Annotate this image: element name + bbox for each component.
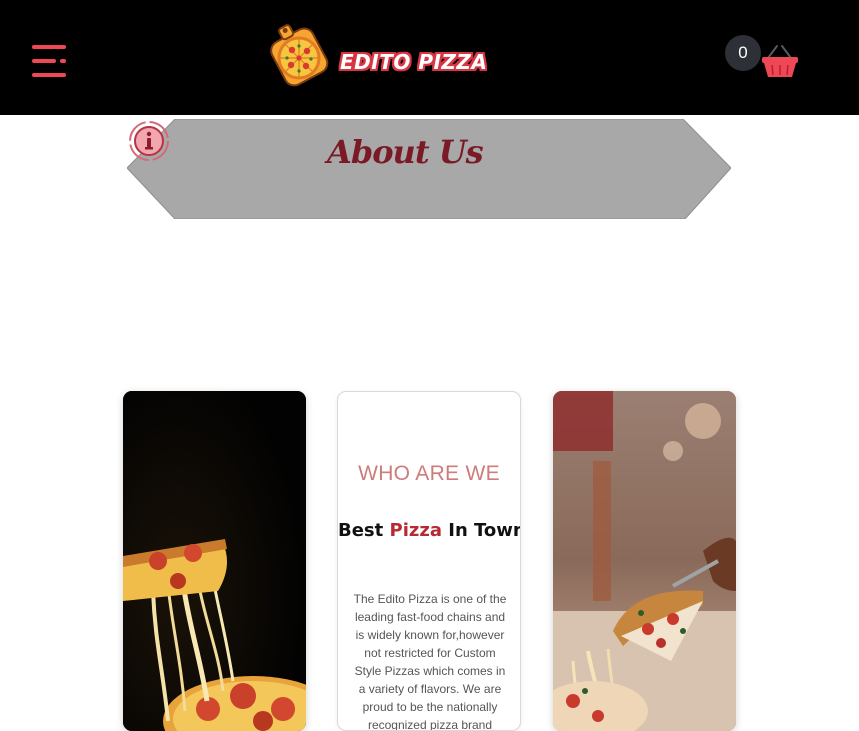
about-description: The Edito Pizza is one of the leading fa…	[353, 592, 507, 731]
pizza-slice-on-server-photo	[553, 391, 736, 731]
who-are-we-heading: WHO ARE WE	[358, 462, 500, 485]
brand-name: EDITO PIZZA	[340, 50, 488, 74]
menu-dot	[60, 59, 66, 63]
shopping-basket-icon	[762, 45, 798, 77]
who-are-we-card: WHO ARE WE Best Pizza In Town The Edito …	[337, 391, 521, 731]
tagline-highlight: Pizza	[389, 520, 442, 541]
menu-bar-middle	[32, 59, 56, 63]
info-icon	[129, 121, 169, 161]
cheese-pizza-photo-card	[123, 391, 306, 731]
cart-button[interactable]: 0	[722, 34, 802, 84]
hamburger-menu-button[interactable]	[30, 44, 68, 80]
tagline: Best Pizza In Town	[338, 520, 520, 541]
pizza-serve-photo-card	[553, 391, 736, 731]
cheese-pull-pizza-slice-photo	[123, 391, 306, 731]
page-title: About Us	[327, 133, 484, 171]
menu-bar-top	[32, 45, 66, 49]
cart-count-badge: 0	[725, 35, 761, 71]
menu-bar-bottom	[32, 73, 66, 77]
tagline-prefix: Best	[338, 520, 390, 541]
pizza-board-icon	[270, 24, 329, 87]
brand-logo[interactable]: EDITO PIZZA	[266, 20, 506, 88]
tagline-suffix: In Town	[441, 520, 521, 541]
about-us-banner: About Us	[127, 119, 731, 219]
top-header: EDITO PIZZA 0	[0, 0, 859, 115]
